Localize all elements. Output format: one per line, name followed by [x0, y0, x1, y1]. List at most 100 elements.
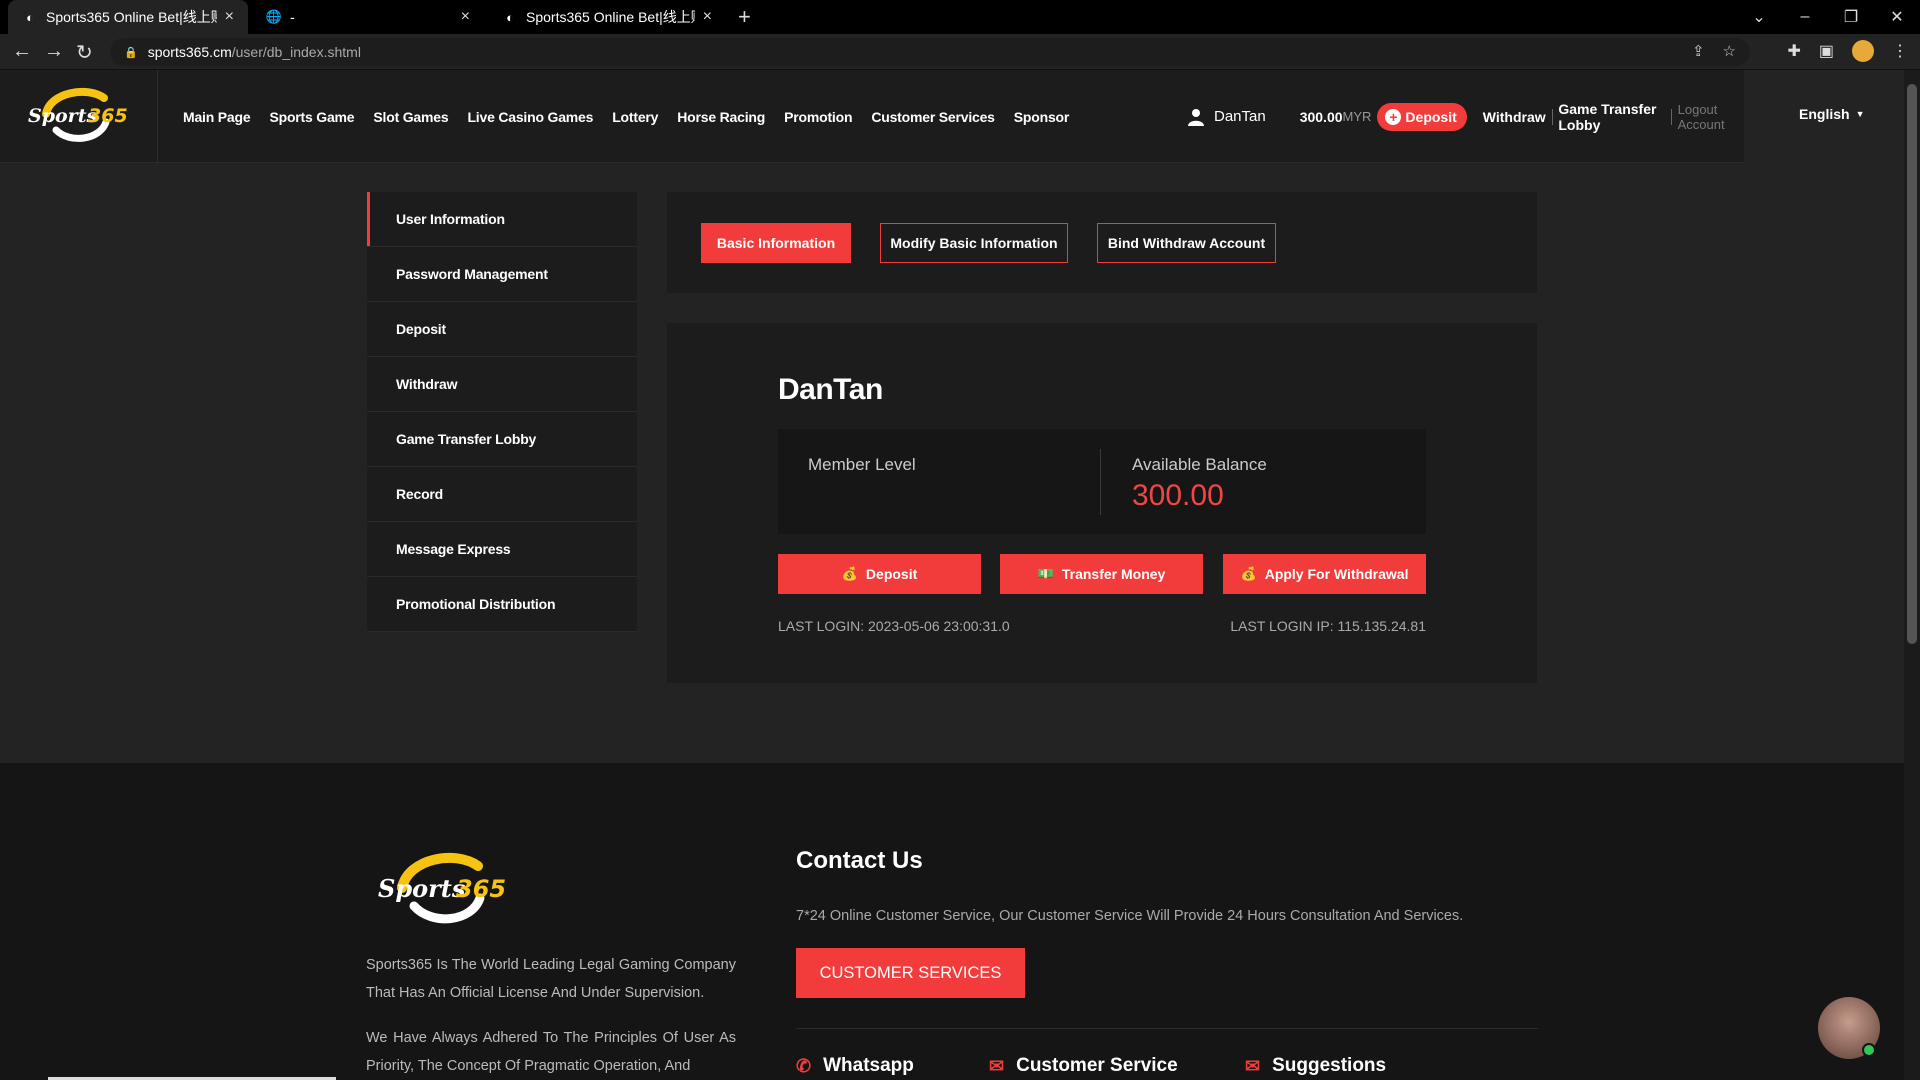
sidebar-item-record[interactable]: Record	[367, 467, 637, 522]
address-bar[interactable]: 🔒 sports365.cm/user/db_index.shtml ⇪ ☆	[110, 38, 1750, 66]
page-scrollbar[interactable]	[1904, 70, 1920, 1080]
money-transfer-icon: 💵	[1037, 566, 1054, 581]
tab-bind-withdraw-account[interactable]: Bind Withdraw Account	[1097, 223, 1276, 263]
header-currency: MYR	[1342, 109, 1372, 124]
available-balance-label: Available Balance	[1132, 455, 1267, 474]
close-tab-icon[interactable]: ×	[703, 8, 712, 26]
nav-promotion[interactable]: Promotion	[784, 109, 852, 125]
menu-kebab-icon[interactable]: ⋮	[1892, 41, 1908, 61]
last-login-time: LAST LOGIN: 2023-05-06 23:00:31.0	[778, 618, 1010, 634]
contact-customer-service-label: Customer Service	[1016, 1055, 1178, 1076]
header-transfer-link[interactable]: Game Transfer Lobby	[1558, 101, 1665, 133]
live-chat-avatar[interactable]	[1818, 997, 1880, 1059]
window-controls: ⌄ – ❐ ✕	[1736, 0, 1920, 34]
nav-sponsor[interactable]: Sponsor	[1014, 109, 1070, 125]
profile-username: DanTan	[778, 373, 883, 406]
contact-customer-service[interactable]: ✉ Customer Service	[989, 1055, 1178, 1077]
available-balance-value: 300.00	[1132, 479, 1224, 512]
site-header: Sports 365 Main Page Sports Game Slot Ga…	[0, 70, 1744, 163]
nav-customer-services[interactable]: Customer Services	[871, 109, 995, 125]
nav-horse-racing[interactable]: Horse Racing	[677, 109, 765, 125]
close-tab-icon[interactable]: ×	[225, 8, 234, 26]
url-host: sports365.cm	[147, 44, 232, 60]
envelope-icon: ✉	[1245, 1055, 1261, 1076]
browser-tab-2[interactable]: 🌐 - ×	[252, 0, 484, 34]
site-favicon-icon: ◐	[26, 9, 34, 25]
extensions-icon[interactable]: ✚	[1787, 41, 1800, 61]
header-deposit-button[interactable]: + Deposit	[1377, 102, 1467, 131]
browser-tab-bar: ◐ Sports365 Online Bet|线上赌场|体 × 🌐 - × ◐ …	[0, 0, 1920, 34]
tab-title: Sports365 Online Bet|线上赌场|体	[46, 9, 217, 25]
balance-divider	[1100, 449, 1101, 515]
language-selector[interactable]: English ▼	[1799, 106, 1864, 122]
svg-text:365: 365	[456, 875, 506, 903]
tab-basic-information[interactable]: Basic Information	[701, 223, 851, 263]
url-path: /user/db_index.shtml	[231, 44, 361, 60]
footer-divider	[796, 1028, 1538, 1029]
header-separator	[1670, 108, 1672, 125]
tab-search-icon[interactable]: ⌄	[1736, 7, 1782, 27]
transfer-money-button[interactable]: 💵 Transfer Money	[1000, 554, 1203, 594]
header-balance: 300.00	[1299, 108, 1343, 125]
sidebar-item-withdraw[interactable]: Withdraw	[367, 357, 637, 412]
header-divider	[157, 70, 158, 163]
back-icon[interactable]: ←	[12, 40, 32, 63]
sidebar-item-game-transfer-lobby[interactable]: Game Transfer Lobby	[367, 412, 637, 467]
user-info-panel: DanTan Member Level Available Balance 30…	[667, 323, 1537, 683]
site-favicon-icon: ◐	[506, 9, 514, 25]
apply-withdrawal-button[interactable]: 💰 Apply For Withdrawal	[1223, 554, 1426, 594]
sidebar-item-promotional-distribution[interactable]: Promotional Distribution	[367, 577, 637, 632]
contact-suggestions[interactable]: ✉ Suggestions	[1245, 1055, 1386, 1077]
online-status-icon	[1862, 1043, 1876, 1057]
language-label: English	[1799, 106, 1850, 122]
footer-description-2: We Have Always Adhered To The Principles…	[366, 1030, 736, 1074]
contact-us-title: Contact Us	[796, 847, 923, 874]
sidebar-item-deposit[interactable]: Deposit	[367, 302, 637, 357]
minimize-icon[interactable]: –	[1782, 8, 1828, 26]
page-root: ◐ Sports365 Online Bet|线上赌场|体 × 🌐 - × ◐ …	[0, 0, 1920, 1080]
nav-lottery[interactable]: Lottery	[612, 109, 658, 125]
main-nav: Main Page Sports Game Slot Games Live Ca…	[183, 70, 1069, 163]
contact-whatsapp[interactable]: ✆ Whatsapp	[796, 1055, 914, 1077]
reload-icon[interactable]: ↻	[76, 40, 93, 65]
profile-avatar-icon[interactable]	[1852, 40, 1874, 62]
customer-services-button[interactable]: CUSTOMER SERVICES	[796, 948, 1025, 998]
plus-circle-icon: +	[1385, 108, 1402, 125]
member-level-label: Member Level	[808, 455, 916, 474]
tab-modify-basic-information[interactable]: Modify Basic Information	[880, 223, 1068, 263]
withdrawal-button-label: Apply For Withdrawal	[1264, 566, 1409, 582]
sports365-logo[interactable]: Sports 365	[26, 84, 130, 146]
nav-slot-games[interactable]: Slot Games	[373, 109, 448, 125]
scrollbar-thumb[interactable]	[1907, 84, 1917, 644]
balance-box: Member Level Available Balance 300.00	[778, 429, 1426, 534]
sidebar-item-password-management[interactable]: Password Management	[367, 247, 637, 302]
side-panel-icon[interactable]: ▣	[1819, 41, 1834, 61]
restore-icon[interactable]: ❐	[1828, 7, 1874, 27]
globe-icon: 🌐	[265, 9, 283, 24]
tab-title: Sports365 Online Bet|线上赌场|体	[526, 9, 695, 25]
deposit-button[interactable]: 💰 Deposit	[778, 554, 981, 594]
header-username[interactable]: DanTan	[1214, 108, 1266, 125]
money-bag-icon: 💰	[1240, 566, 1257, 581]
forward-icon[interactable]: →	[44, 40, 64, 63]
nav-sports-game[interactable]: Sports Game	[269, 109, 354, 125]
share-icon[interactable]: ⇪	[1692, 42, 1705, 60]
nav-main-page[interactable]: Main Page	[183, 109, 251, 125]
sidebar-item-message-express[interactable]: Message Express	[367, 522, 637, 577]
contact-us-subtitle: 7*24 Online Customer Service, Our Custom…	[796, 908, 1464, 924]
browser-tab-1[interactable]: ◐ Sports365 Online Bet|线上赌场|体 ×	[8, 0, 248, 34]
logout-link[interactable]: Logout Account	[1678, 102, 1744, 132]
sidebar-item-user-information[interactable]: User Information	[367, 192, 637, 247]
account-sidebar: User Information Password Management Dep…	[367, 192, 637, 632]
header-separator	[1551, 108, 1553, 125]
close-window-icon[interactable]: ✕	[1874, 7, 1920, 27]
lock-icon: 🔒	[124, 46, 138, 59]
nav-live-casino[interactable]: Live Casino Games	[467, 109, 593, 125]
browser-tab-3[interactable]: ◐ Sports365 Online Bet|线上赌场|体 ×	[488, 0, 726, 34]
bookmark-star-icon[interactable]: ☆	[1723, 42, 1736, 60]
new-tab-icon[interactable]: +	[738, 4, 751, 30]
transfer-button-label: Transfer Money	[1061, 566, 1166, 582]
header-withdraw-link[interactable]: Withdraw	[1483, 109, 1546, 125]
svg-text:365: 365	[88, 105, 128, 127]
close-tab-icon[interactable]: ×	[461, 8, 470, 26]
